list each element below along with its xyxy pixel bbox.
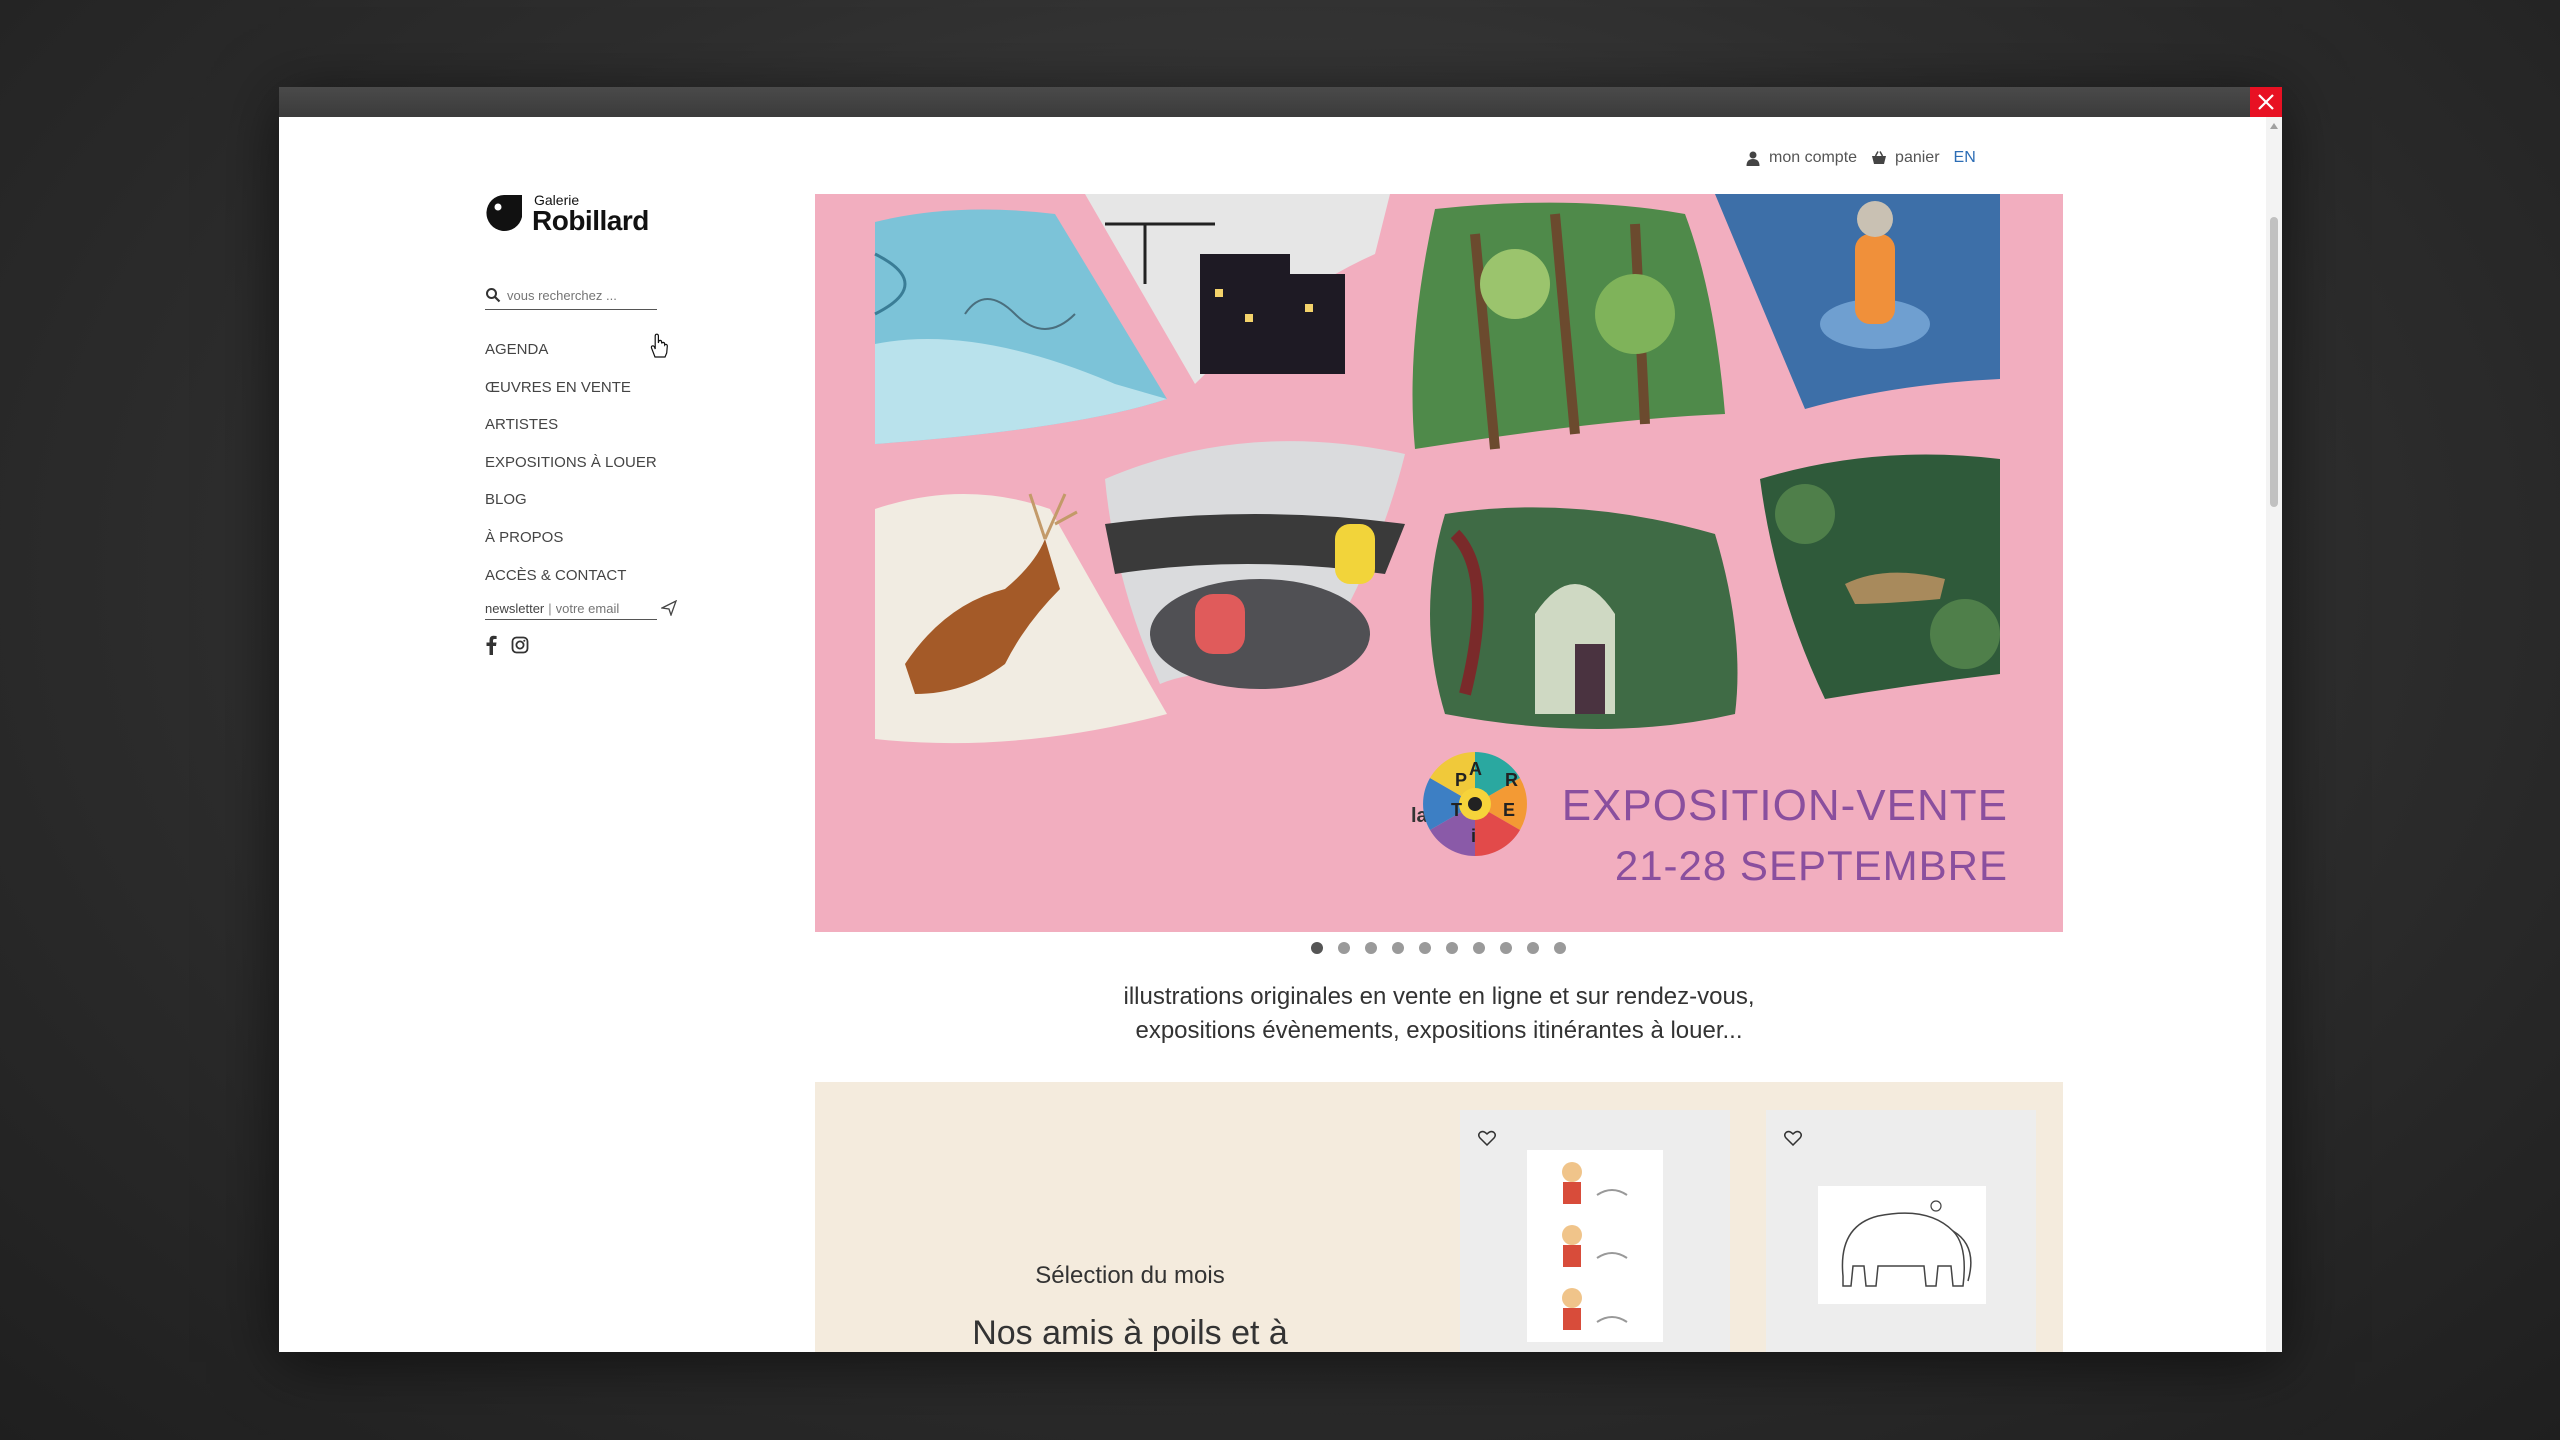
gallery-logo[interactable]: Galerie Robillard [484, 193, 649, 235]
selection-title: Sélection du mois [1035, 1262, 1225, 1289]
artwork-card[interactable] [1460, 1110, 1730, 1352]
close-icon [2258, 94, 2274, 110]
tagline: illustrations originales en vente en lig… [815, 980, 2063, 1048]
artwork-thumbnail-elephant [1818, 1186, 1986, 1304]
newsletter-label: newsletter [485, 600, 545, 616]
hero-artwork: la P A R T i E EXPOSITION-VENTE 21-28 SE… [815, 194, 2063, 932]
account-link[interactable]: mon compte [1745, 149, 1857, 167]
menu-item-acces-contact[interactable]: ACCÈS & CONTACT [485, 557, 657, 595]
search-box[interactable] [485, 281, 657, 310]
top-nav: mon compte panier EN [1745, 149, 1976, 167]
slider-dot[interactable] [1365, 942, 1377, 954]
logo-letter-a: A [1469, 759, 1482, 779]
menu-item-expositions-a-louer[interactable]: EXPOSITIONS À LOUER [485, 444, 657, 482]
slider-dot[interactable] [1554, 942, 1566, 954]
social-links [485, 635, 529, 655]
close-window-button[interactable] [2250, 87, 2282, 117]
page-scrollbar[interactable] [2266, 117, 2282, 1352]
slider-dot[interactable] [1311, 942, 1323, 954]
menu-item-agenda[interactable]: AGENDA [485, 331, 657, 369]
scroll-up-arrow-icon[interactable] [2270, 123, 2278, 129]
cart-label: panier [1895, 149, 1940, 166]
browser-window: mon compte panier EN Galerie Robillard A… [279, 87, 2282, 1352]
send-icon[interactable] [661, 600, 677, 616]
newsletter-separator: | [548, 600, 552, 616]
search-input[interactable] [507, 287, 647, 303]
cart-link[interactable]: panier [1871, 149, 1940, 167]
search-icon [486, 288, 501, 303]
artwork-thumbnail-children [1527, 1150, 1663, 1342]
slider-dot[interactable] [1500, 942, 1512, 954]
scrollbar-thumb[interactable] [2270, 217, 2278, 507]
hero-slider[interactable]: la P A R T i E EXPOSITION-VENTE 21-28 SE… [815, 194, 2063, 932]
tagline-line-2: expositions évènements, expositions itin… [1135, 1017, 1743, 1044]
tagline-line-1: illustrations originales en vente en lig… [1123, 983, 1755, 1010]
newsletter-form: newsletter | [485, 596, 677, 620]
selection-section: Sélection du mois Nos amis à poils et à [815, 1082, 2063, 1352]
logo-letter-p: P [1455, 770, 1467, 790]
instagram-icon[interactable] [511, 636, 529, 654]
logo-letter-i: i [1471, 826, 1476, 846]
basket-icon [1872, 151, 1887, 164]
selection-name[interactable]: Nos amis à poils et à [815, 1314, 1445, 1352]
main-menu: AGENDA ŒUVRES EN VENTE ARTISTES EXPOSITI… [485, 331, 657, 594]
hand-cursor-icon [650, 333, 668, 358]
slider-dot[interactable] [1338, 942, 1350, 954]
logo-mark-icon [486, 195, 522, 231]
account-label: mon compte [1769, 149, 1858, 166]
heart-icon[interactable] [1784, 1130, 1802, 1146]
logo-letter-t: T [1451, 800, 1462, 820]
logo-letter-e: E [1503, 800, 1515, 820]
newsletter-underline [485, 619, 657, 620]
window-titlebar [279, 87, 2282, 117]
hero-headline: EXPOSITION-VENTE [1562, 781, 2008, 830]
logo-letter-r: R [1505, 770, 1518, 790]
newsletter-email-input[interactable] [555, 600, 651, 616]
artwork-forest [1412, 202, 1725, 450]
slider-dots [1311, 942, 1566, 954]
artwork-card[interactable] [1766, 1110, 2036, 1352]
slider-dot[interactable] [1392, 942, 1404, 954]
language-switch-link[interactable]: EN [1954, 149, 1976, 167]
user-icon [1746, 151, 1760, 166]
hero-dates: 21-28 SEPTEMBRE [1615, 842, 2008, 889]
menu-item-oeuvres-en-vente[interactable]: ŒUVRES EN VENTE [485, 369, 657, 407]
menu-item-a-propos[interactable]: À PROPOS [485, 519, 657, 557]
artwork-garden-arch [1430, 507, 1738, 729]
slider-dot[interactable] [1473, 942, 1485, 954]
artwork-children-river [1105, 441, 1405, 689]
facebook-icon[interactable] [485, 635, 497, 655]
menu-item-blog[interactable]: BLOG [485, 481, 657, 519]
heart-icon[interactable] [1478, 1130, 1496, 1146]
slider-dot[interactable] [1419, 942, 1431, 954]
logo-big-text: Robillard [532, 205, 649, 236]
menu-item-artistes[interactable]: ARTISTES [485, 406, 657, 444]
slider-dot[interactable] [1527, 942, 1539, 954]
slider-dot[interactable] [1446, 942, 1458, 954]
